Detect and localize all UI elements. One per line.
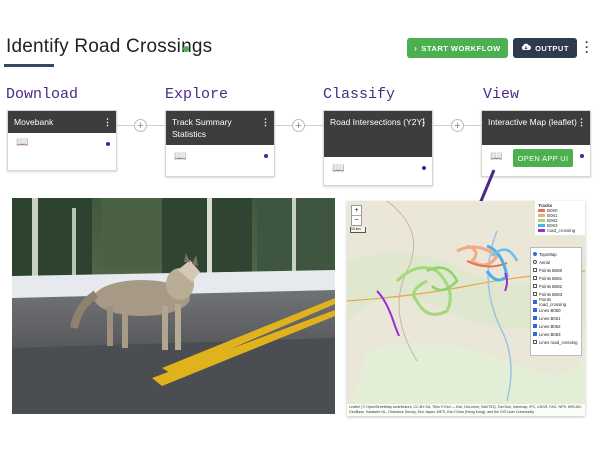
zoom-out-button[interactable]: −	[352, 215, 361, 225]
map-legend: Tracks B060 B061 B062 B063 road_crossing	[535, 201, 585, 235]
radio[interactable]	[533, 260, 537, 264]
layer-label: Lines road_crossing	[539, 339, 578, 345]
app-card-track-summary[interactable]: Track Summary Statistics ⋮ 📖	[165, 110, 275, 177]
legend-swatch	[538, 219, 545, 223]
legend-swatch	[538, 229, 545, 233]
book-icon[interactable]: 📖	[16, 137, 28, 148]
layer-label: Points B063	[539, 291, 563, 297]
zoom-in-button[interactable]: +	[352, 206, 361, 215]
layer-option[interactable]: Points B061	[533, 274, 579, 282]
zoom-control[interactable]: + −	[351, 205, 362, 226]
layer-label: Points B060	[539, 267, 563, 273]
layer-option[interactable]: Lines B062	[533, 322, 579, 330]
more-menu-icon[interactable]: · · ·	[585, 36, 589, 58]
start-workflow-label: START WORKFLOW	[421, 43, 501, 53]
cloud-download-icon	[521, 43, 532, 53]
legend-swatch	[538, 224, 545, 228]
book-icon[interactable]: 📖	[490, 151, 502, 162]
card-menu-icon[interactable]: ⋮	[103, 116, 112, 128]
chevron-right-icon: ›	[414, 43, 418, 53]
status-dot	[106, 142, 110, 146]
checkbox[interactable]	[533, 300, 537, 304]
layer-label: Points road_crossing	[539, 297, 566, 307]
add-step-button[interactable]: +	[134, 119, 147, 132]
layer-option[interactable]: Lines B061	[533, 314, 579, 322]
layer-option[interactable]: Lines B060	[533, 306, 579, 314]
layer-label: Points B062	[539, 283, 563, 289]
layer-label: Lines B063	[539, 331, 561, 337]
card-title: Interactive Map (leaflet)	[488, 117, 577, 127]
legend-swatch	[538, 209, 545, 213]
layer-label: Lines B062	[539, 323, 561, 329]
layer-label: Aerial	[539, 259, 550, 265]
layer-label: TopoMap	[539, 251, 557, 257]
section-label-download: Download	[6, 86, 79, 103]
section-label-view: View	[483, 86, 520, 103]
card-title: Track Summary Statistics	[172, 117, 232, 139]
layer-label: Lines B061	[539, 315, 561, 321]
start-workflow-button[interactable]: › START WORKFLOW	[407, 38, 508, 58]
layer-option[interactable]: TopoMap	[533, 250, 579, 258]
output-button[interactable]: OUTPUT	[513, 38, 577, 58]
checkbox[interactable]	[533, 268, 537, 272]
status-dot	[264, 154, 268, 158]
layer-option[interactable]: Lines road_crossing	[533, 338, 579, 346]
layer-control[interactable]: TopoMap Aerial Points B060 Points B061 P…	[530, 247, 582, 356]
output-label: OUTPUT	[535, 43, 569, 53]
legend-swatch	[538, 214, 545, 218]
card-title: Movebank	[14, 117, 54, 127]
checkbox[interactable]	[533, 284, 537, 288]
book-icon[interactable]: 📖	[332, 163, 344, 174]
page-title: Identify Road Crossings	[6, 36, 213, 57]
checkbox[interactable]	[533, 324, 537, 328]
card-title: Road Intersections (Y2Y)	[330, 117, 425, 127]
status-dot	[183, 46, 189, 52]
layer-option[interactable]: Points B062	[533, 282, 579, 290]
card-menu-icon[interactable]: ⋮	[261, 116, 270, 128]
status-dot	[422, 166, 426, 170]
book-icon[interactable]: 📖	[174, 151, 186, 162]
section-label-explore: Explore	[165, 86, 229, 103]
layer-label: Points B061	[539, 275, 563, 281]
checkbox[interactable]	[533, 332, 537, 336]
card-menu-icon[interactable]: ⋮	[419, 116, 428, 128]
layer-option[interactable]: Points road_crossing	[533, 297, 579, 307]
open-app-ui-button[interactable]: OPEN APP UI	[513, 149, 573, 167]
layer-label: Lines B060	[539, 307, 561, 313]
layer-option[interactable]: Lines B063	[533, 330, 579, 338]
legend-item: road_crossing	[538, 228, 582, 233]
app-card-road-intersections[interactable]: Road Intersections (Y2Y) ⋮ 📖	[323, 110, 433, 186]
radio[interactable]	[533, 252, 537, 256]
map-attribution: Leaflet | © OpenStreetMap contributors, …	[347, 404, 585, 416]
wolf-photo	[12, 198, 335, 414]
section-label-classify: Classify	[323, 86, 396, 103]
checkbox[interactable]	[533, 340, 537, 344]
add-step-button[interactable]: +	[292, 119, 305, 132]
card-menu-icon[interactable]: ⋮	[577, 116, 586, 128]
layer-option[interactable]: Points B060	[533, 266, 579, 274]
map-scale: 10 km	[350, 227, 366, 233]
layer-option[interactable]: Aerial	[533, 258, 579, 266]
checkbox[interactable]	[533, 316, 537, 320]
checkbox[interactable]	[533, 292, 537, 296]
interactive-map[interactable]: + − 10 km Tracks B060 B061 B062 B063 roa…	[347, 201, 585, 416]
checkbox[interactable]	[533, 276, 537, 280]
app-card-movebank[interactable]: Movebank ⋮ 📖	[7, 110, 117, 171]
legend-label: road_crossing	[547, 228, 576, 233]
status-dot	[580, 154, 584, 158]
add-step-button[interactable]: +	[451, 119, 464, 132]
checkbox[interactable]	[533, 308, 537, 312]
title-underline	[4, 64, 54, 67]
